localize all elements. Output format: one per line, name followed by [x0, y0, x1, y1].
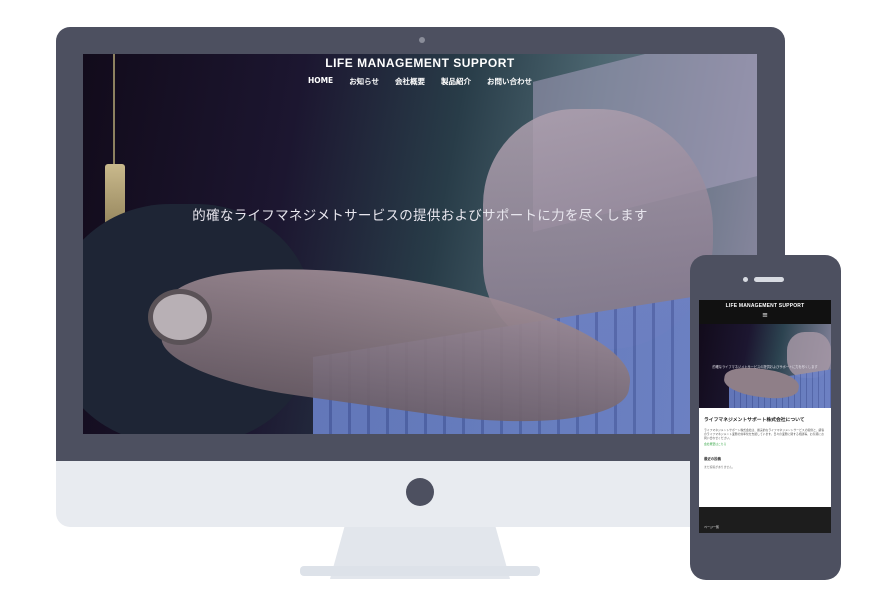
about-text: ライフマネジメントサポート株式会社は、確実的なライフマネジメントサービスの提供と… — [704, 428, 825, 440]
hero-tagline: 的確なライフマネジメトサービスの提供およびサポートに力を尽くします — [192, 208, 648, 224]
site-title[interactable]: LIFE MANAGEMENT SUPPORT — [83, 56, 757, 70]
nav-item-news[interactable]: お知らせ — [349, 76, 379, 87]
footer-page-list-link[interactable]: ページ一覧 — [704, 525, 719, 529]
camera-icon — [419, 37, 425, 43]
home-button-icon — [406, 478, 434, 506]
phone-speaker — [754, 277, 784, 282]
monitor-stand-base — [300, 566, 540, 576]
recent-posts-heading: 最近の投稿 — [704, 457, 721, 461]
nav-item-contact[interactable]: お問い合わせ — [487, 76, 532, 87]
nav-item-company[interactable]: 会社概要 — [395, 76, 425, 87]
phone-camera-icon — [743, 277, 748, 282]
mobile-hero: 的確なライフマネジメトサービスの提供およびサポートに力を尽くします — [699, 324, 831, 408]
mobile-screen: LIFE MANAGEMENT SUPPORT ≡ 的確なライフマネジメトサービ… — [699, 300, 831, 533]
nav-item-home[interactable]: HOME — [308, 76, 333, 87]
about-link[interactable]: 会社概要はこちら — [704, 442, 826, 446]
mobile-site-title[interactable]: LIFE MANAGEMENT SUPPORT — [699, 300, 831, 309]
main-nav: HOME お知らせ 会社概要 製品紹介 お問い合わせ — [83, 76, 757, 87]
mobile-hero-tagline: 的確なライフマネジメトサービスの提供およびサポートに力を尽くします — [712, 365, 818, 369]
desktop-monitor: LIFE MANAGEMENT SUPPORT HOME お知らせ 会社概要 製… — [56, 27, 785, 461]
mobile-footer: ページ一覧 — [699, 507, 831, 533]
hamburger-menu-icon[interactable]: ≡ — [699, 311, 831, 319]
mobile-header: LIFE MANAGEMENT SUPPORT ≡ — [699, 300, 831, 324]
desktop-screen: LIFE MANAGEMENT SUPPORT HOME お知らせ 会社概要 製… — [83, 54, 757, 434]
recent-posts-empty: まだ投稿がありません。 — [704, 465, 735, 469]
nav-item-products[interactable]: 製品紹介 — [441, 76, 471, 87]
about-heading: ライフマネジメントサポート株式会社について — [704, 418, 805, 423]
hero-watch — [148, 289, 212, 345]
mobile-phone: LIFE MANAGEMENT SUPPORT ≡ 的確なライフマネジメトサービ… — [690, 255, 841, 580]
hero-necklace-chain — [113, 54, 115, 166]
mobile-content: ライフマネジメントサポート株式会社について ライフマネジメントサポート株式会社は… — [699, 408, 831, 469]
monitor-chin — [56, 461, 785, 527]
